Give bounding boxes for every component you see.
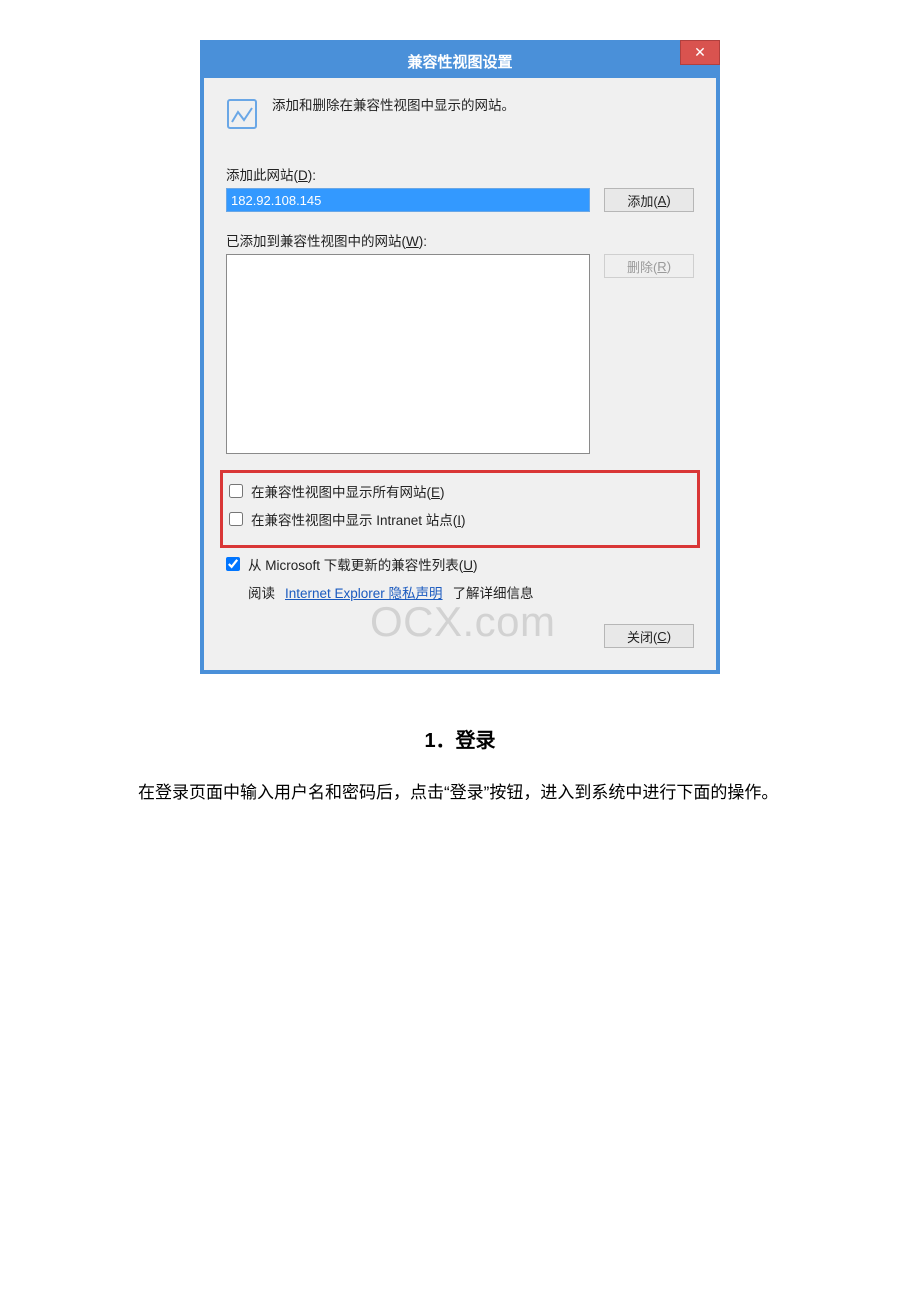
added-sites-listbox[interactable] (226, 254, 590, 454)
add-site-row: 添加(A) (226, 188, 694, 212)
compatibility-icon (226, 98, 258, 130)
remove-button: 删除(R) (604, 254, 694, 278)
ms-list-checkbox-row[interactable]: 从 Microsoft 下载更新的兼容性列表(U) (226, 554, 694, 574)
intro-text: 添加和删除在兼容性视图中显示的网站。 (272, 96, 515, 116)
ms-list-checkbox[interactable] (226, 557, 240, 571)
dialog-body: 添加和删除在兼容性视图中显示的网站。 添加此网站(D): 添加(A) 已添加到兼… (204, 78, 716, 670)
close-icon[interactable]: ✕ (680, 40, 720, 65)
show-intranet-checkbox[interactable] (229, 512, 243, 526)
show-all-sites-checkbox[interactable] (229, 484, 243, 498)
section-heading: 1．登录 (100, 724, 820, 753)
privacy-link[interactable]: Internet Explorer 隐私声明 (285, 582, 443, 602)
dialog-bottom-row: 关闭(C) (226, 624, 694, 648)
list-label: 已添加到兼容性视图中的网站(W): (226, 230, 694, 250)
dialog-title: 兼容性视图设置 (407, 51, 512, 72)
dialog-titlebar[interactable]: 兼容性视图设置 ✕ (204, 44, 716, 78)
ms-list-label: 从 Microsoft 下载更新的兼容性列表(U) (248, 554, 478, 574)
add-button[interactable]: 添加(A) (604, 188, 694, 212)
add-site-label: 添加此网站(D): (226, 164, 694, 184)
show-all-sites-checkbox-row[interactable]: 在兼容性视图中显示所有网站(E) (229, 481, 691, 501)
show-intranet-label: 在兼容性视图中显示 Intranet 站点(I) (251, 509, 466, 529)
compatibility-view-dialog: 兼容性视图设置 ✕ 添加和删除在兼容性视图中显示的网站。 添加此网站(D): (200, 40, 720, 674)
body-paragraph: 在登录页面中输入用户名和密码后，点击“登录”按钮，进入到系统中进行下面的操作。 (100, 777, 820, 809)
intro-row: 添加和删除在兼容性视图中显示的网站。 (226, 96, 694, 130)
highlight-box: 在兼容性视图中显示所有网站(E) 在兼容性视图中显示 Intranet 站点(I… (220, 470, 700, 548)
add-site-input[interactable] (226, 188, 590, 212)
listbox-row: 删除(R) (226, 254, 694, 454)
privacy-info-row: 阅读 Internet Explorer 隐私声明 了解详细信息 (226, 582, 694, 602)
show-all-sites-label: 在兼容性视图中显示所有网站(E) (251, 481, 445, 501)
close-button[interactable]: 关闭(C) (604, 624, 694, 648)
show-intranet-checkbox-row[interactable]: 在兼容性视图中显示 Intranet 站点(I) (229, 509, 691, 529)
close-icon-glyph: ✕ (694, 44, 706, 61)
